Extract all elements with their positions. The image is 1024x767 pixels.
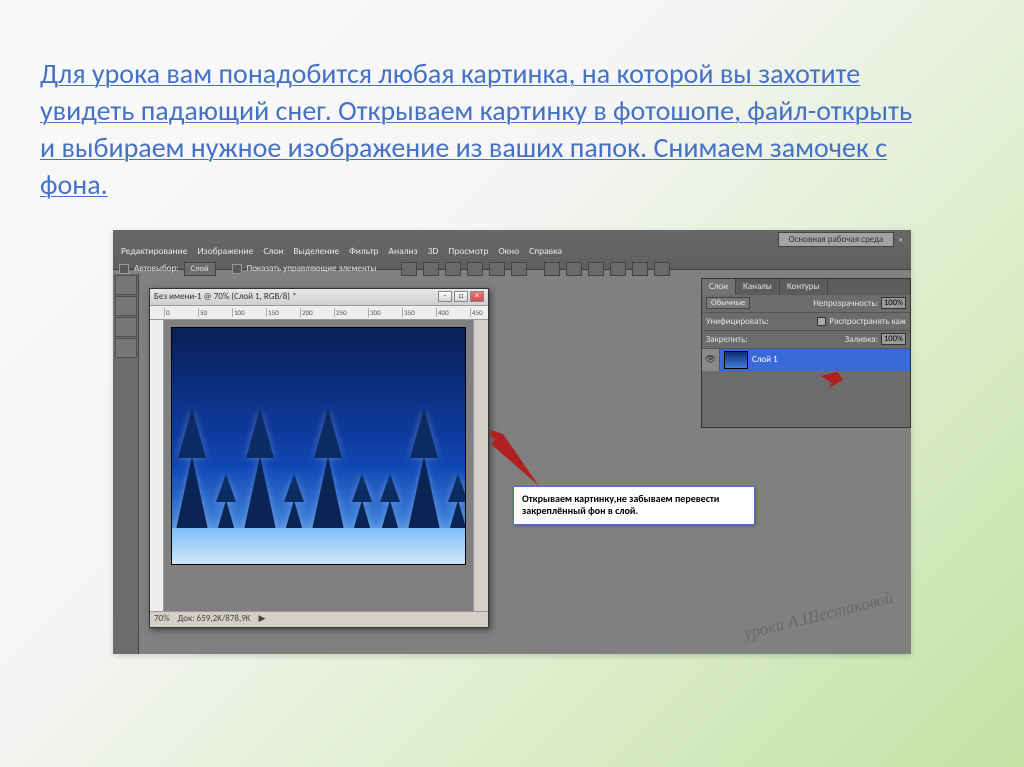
document-statusbar: 70% Док: 659,2K/878,9K ▶ bbox=[150, 611, 488, 627]
align-icon[interactable] bbox=[511, 262, 527, 276]
tool[interactable] bbox=[115, 275, 137, 295]
layers-panel: Слои Каналы Контуры Обычные Непрозрачнос… bbox=[701, 278, 911, 428]
layer-row[interactable]: 👁 Слой 1 bbox=[702, 349, 910, 371]
toolbox bbox=[113, 274, 139, 654]
menubar: Редактирование Изображение Слои Выделени… bbox=[121, 245, 562, 257]
lock-label: Закрепить: bbox=[706, 334, 748, 345]
menu-analysis[interactable]: Анализ bbox=[389, 245, 418, 257]
menu-image[interactable]: Изображение bbox=[198, 245, 254, 257]
show-controls-label: Показать управляющие элементы bbox=[247, 263, 377, 274]
options-bar: Автовыбор: Слой Показать управляющие эле… bbox=[119, 260, 670, 278]
tab-channels[interactable]: Каналы bbox=[736, 279, 780, 295]
distribute-icon[interactable] bbox=[544, 262, 560, 276]
menu-select[interactable]: Выделение bbox=[293, 245, 339, 257]
align-icon[interactable] bbox=[401, 262, 417, 276]
blend-mode-dropdown[interactable]: Обычные bbox=[706, 297, 750, 309]
app-chrome: Основная рабочая среда » Редактирование … bbox=[113, 230, 911, 270]
close-icon[interactable]: × bbox=[470, 291, 484, 302]
distribute-icon[interactable] bbox=[610, 262, 626, 276]
fill-label: Заливка: bbox=[845, 334, 878, 345]
tool[interactable] bbox=[115, 338, 137, 358]
fill-field[interactable]: 100% bbox=[881, 333, 906, 345]
docinfo-readout: Док: 659,2K/878,9K bbox=[178, 613, 251, 626]
propagate-check[interactable] bbox=[817, 317, 826, 326]
auto-select-check[interactable] bbox=[119, 264, 129, 274]
ruler-vertical bbox=[150, 320, 164, 611]
distribute-icon[interactable] bbox=[588, 262, 604, 276]
tool[interactable] bbox=[115, 296, 137, 316]
tool[interactable] bbox=[115, 317, 137, 337]
unify-label: Унифицировать: bbox=[706, 316, 769, 327]
visibility-icon[interactable]: 👁 bbox=[702, 349, 720, 371]
menu-3d[interactable]: 3D bbox=[428, 245, 439, 257]
opacity-label: Непрозрачность: bbox=[813, 298, 878, 309]
watermark: уроки А.Шестаковой bbox=[742, 588, 895, 644]
align-icon[interactable] bbox=[489, 262, 505, 276]
screenshot: Основная рабочая среда » Редактирование … bbox=[113, 230, 911, 654]
show-controls-check[interactable] bbox=[232, 264, 242, 274]
menu-view[interactable]: Просмотр bbox=[448, 245, 488, 257]
slide-title: Для урока вам понадобится любая картинка… bbox=[0, 0, 960, 226]
propagate-label: Распространять каж bbox=[829, 316, 906, 327]
menu-filter[interactable]: Фильтр bbox=[349, 245, 378, 257]
minimize-icon[interactable]: – bbox=[438, 291, 452, 302]
menu-window[interactable]: Окно bbox=[498, 245, 519, 257]
canvas-area[interactable] bbox=[164, 320, 473, 611]
distribute-icon[interactable] bbox=[654, 262, 670, 276]
zoom-readout[interactable]: 70% bbox=[154, 613, 170, 626]
distribute-icon[interactable] bbox=[566, 262, 582, 276]
document-window: Без имени-1 @ 70% (Слой 1, RGB/8) * – □ … bbox=[149, 288, 489, 628]
align-icon[interactable] bbox=[445, 262, 461, 276]
auto-select-label: Автовыбор: bbox=[134, 263, 179, 274]
auto-select-dropdown[interactable]: Слой bbox=[184, 262, 216, 276]
align-icon[interactable] bbox=[423, 262, 439, 276]
image-canvas bbox=[172, 328, 465, 564]
align-icon[interactable] bbox=[467, 262, 483, 276]
layer-thumbnail bbox=[724, 351, 748, 369]
tab-paths[interactable]: Контуры bbox=[780, 279, 828, 295]
annotation-text: Открываем картинку,не забываем перевести… bbox=[522, 492, 719, 518]
menu-layers[interactable]: Слои bbox=[263, 245, 283, 257]
tab-layers[interactable]: Слои bbox=[702, 279, 736, 295]
menu-edit[interactable]: Редактирование bbox=[121, 245, 188, 257]
distribute-icon[interactable] bbox=[632, 262, 648, 276]
ruler-horizontal: 0 50 100 150 200 250 300 350 400 450 bbox=[150, 306, 488, 320]
annotation-callout: Открываем картинку,не забываем перевести… bbox=[513, 486, 755, 525]
scrollbar-vertical[interactable] bbox=[473, 320, 488, 611]
document-title: Без имени-1 @ 70% (Слой 1, RGB/8) * bbox=[154, 291, 297, 302]
opacity-field[interactable]: 100% bbox=[881, 297, 906, 309]
workspace-switcher[interactable]: Основная рабочая среда » bbox=[778, 232, 903, 247]
layer-name: Слой 1 bbox=[752, 354, 778, 365]
maximize-icon[interactable]: □ bbox=[454, 291, 468, 302]
menu-help[interactable]: Справка bbox=[529, 245, 562, 257]
